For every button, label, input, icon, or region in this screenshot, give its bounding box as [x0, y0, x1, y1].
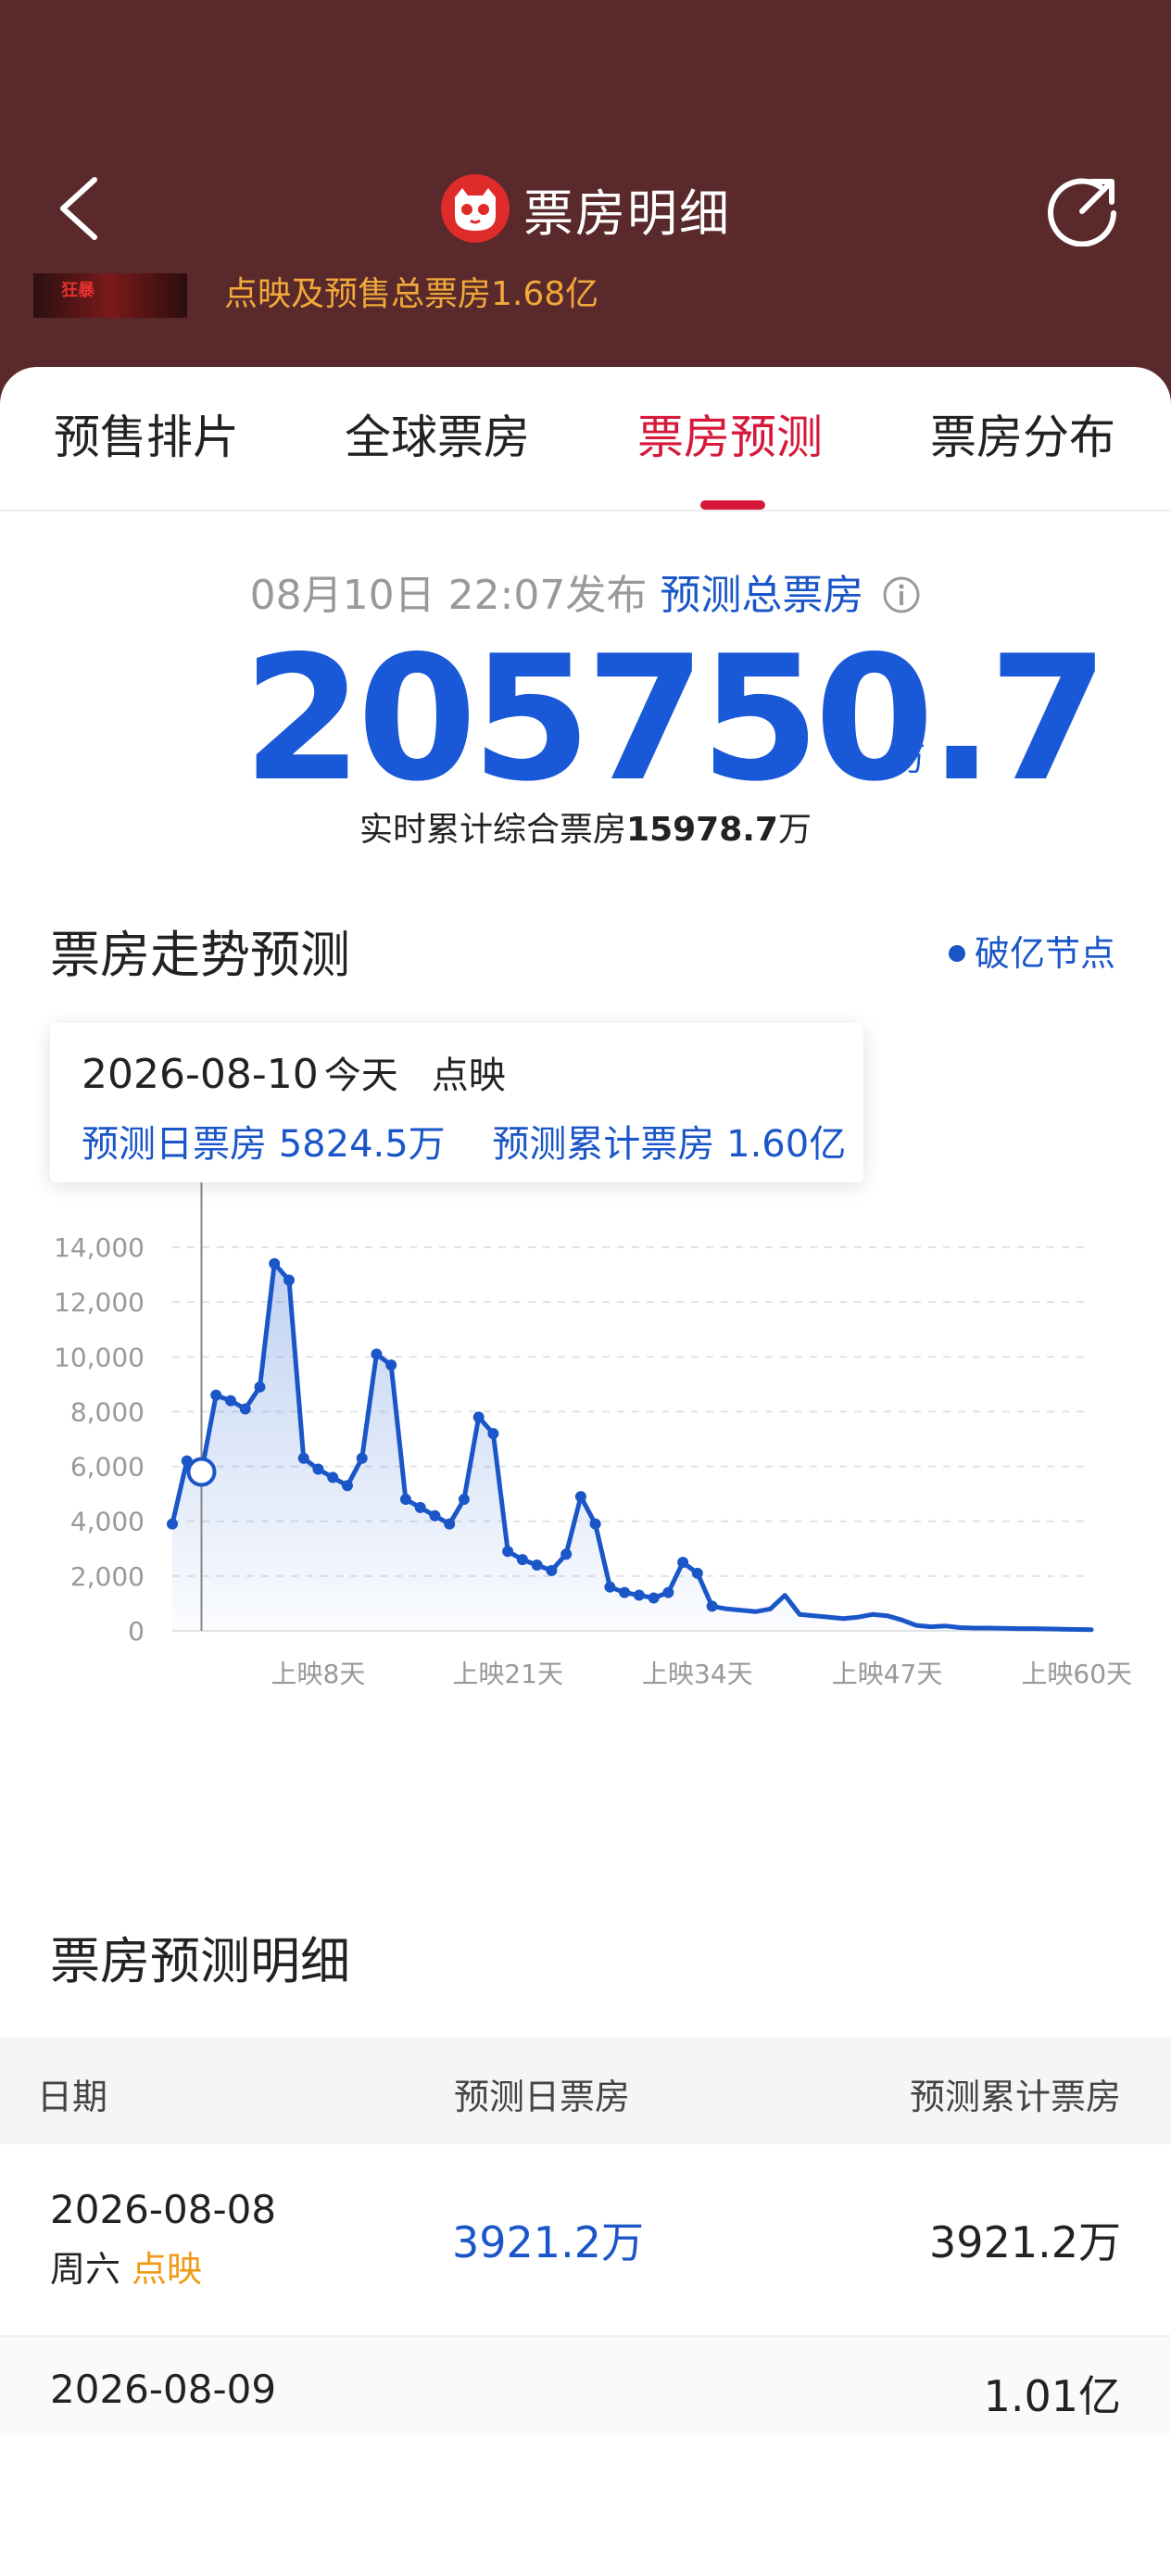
- series-point[interactable]: [414, 1501, 426, 1513]
- tooltip-daily-label: 预测日票房: [82, 1123, 267, 1166]
- header-date: 日期: [37, 2077, 108, 2117]
- x-tick-label: 上映47天: [832, 1659, 943, 1689]
- row-weekday-text: 周六: [50, 2249, 121, 2290]
- tooltip-values-row: 预测日票房 5824.5万 预测累计票房 1.60亿: [82, 1114, 846, 1168]
- x-tick-label: 上映8天: [271, 1659, 366, 1689]
- series-point[interactable]: [458, 1494, 470, 1506]
- page-title: 票房明细: [523, 183, 731, 243]
- y-tick-label: 14,000: [54, 1232, 145, 1263]
- row-cumulative-value: 3921.2万: [929, 2217, 1121, 2267]
- series-point[interactable]: [429, 1509, 441, 1522]
- series-point[interactable]: [444, 1518, 456, 1530]
- highlight-point[interactable]: [186, 1457, 217, 1487]
- series-point[interactable]: [283, 1274, 295, 1286]
- bottom-blank: [0, 2433, 1171, 2576]
- x-tick-label: 上映21天: [452, 1659, 563, 1689]
- series-point[interactable]: [385, 1359, 397, 1371]
- series-point[interactable]: [633, 1589, 645, 1601]
- share-icon[interactable]: [1047, 172, 1121, 246]
- row-daily-value: 3921.2万: [452, 2217, 644, 2267]
- y-tick-label: 2,000: [70, 1561, 145, 1592]
- series-point[interactable]: [560, 1548, 573, 1560]
- header-bar: 票房明细 狂暴 点映及预售总票房1.68亿: [0, 0, 1171, 408]
- series-point[interactable]: [531, 1559, 543, 1572]
- tooltip-date-row: 2026-08-10 今天 点映: [82, 1045, 506, 1099]
- series-point[interactable]: [691, 1567, 703, 1579]
- cat-logo-icon: [441, 174, 510, 243]
- poster-title-text: 狂暴: [61, 281, 94, 300]
- tooltip-date: 2026-08-10: [82, 1051, 319, 1098]
- series-point[interactable]: [589, 1518, 601, 1530]
- series-point[interactable]: [648, 1592, 660, 1604]
- series-point[interactable]: [619, 1586, 631, 1598]
- y-tick-label: 8,000: [70, 1396, 145, 1427]
- y-tick-label: 0: [128, 1616, 145, 1647]
- y-tick-label: 6,000: [70, 1452, 145, 1483]
- content-panel: 预售排片 全球票房 票房预测 票房分布 08月10日 22:07发布 预测总票房…: [0, 367, 1171, 2576]
- series-point[interactable]: [297, 1452, 309, 1464]
- presale-total-text: 点映及预售总票房1.68亿: [224, 275, 599, 313]
- tooltip-tag: 点映: [431, 1054, 506, 1097]
- series-point[interactable]: [210, 1389, 222, 1401]
- row-date: 2026-08-09: [50, 2367, 277, 2412]
- series-point[interactable]: [269, 1257, 281, 1269]
- row-date: 2026-08-08: [50, 2187, 277, 2232]
- table-row[interactable]: 2026-08-08 周六 点映 3921.2万 3921.2万: [0, 2144, 1171, 2335]
- series-point[interactable]: [604, 1581, 616, 1593]
- series-point[interactable]: [546, 1564, 558, 1576]
- header-daily: 预测日票房: [454, 2077, 631, 2117]
- row-weekday: 周六 点映: [50, 2241, 202, 2292]
- series-point[interactable]: [399, 1494, 411, 1506]
- header-cumulative: 预测累计票房: [909, 2077, 1121, 2117]
- series-point[interactable]: [516, 1554, 528, 1566]
- tooltip-daily-value: 5824.5万: [278, 1123, 446, 1166]
- series-point[interactable]: [371, 1348, 383, 1360]
- detail-section-title: 票房预测明细: [50, 1932, 350, 1990]
- series-point[interactable]: [167, 1518, 178, 1530]
- series-point[interactable]: [472, 1411, 485, 1423]
- title-group: 票房明细: [0, 167, 1171, 250]
- detail-table-header: 日期 预测日票房 预测累计票房: [0, 2037, 1171, 2144]
- series-point[interactable]: [356, 1452, 368, 1464]
- series-point[interactable]: [224, 1395, 236, 1407]
- series-point[interactable]: [487, 1428, 499, 1440]
- series-point[interactable]: [662, 1586, 674, 1598]
- tooltip-day: 今天: [323, 1054, 398, 1097]
- tooltip-cum-label: 预测累计票房: [492, 1123, 715, 1166]
- series-point[interactable]: [341, 1480, 353, 1492]
- tooltip-cum-value: 1.60亿: [726, 1123, 847, 1166]
- series-point[interactable]: [677, 1557, 689, 1569]
- series-point[interactable]: [574, 1491, 586, 1503]
- chart-tooltip: 2026-08-10 今天 点映 预测日票房 5824.5万 预测累计票房 1.60…: [50, 1023, 863, 1182]
- series-point[interactable]: [254, 1381, 266, 1393]
- series-point[interactable]: [706, 1600, 718, 1612]
- x-tick-label: 上映60天: [1021, 1659, 1132, 1689]
- x-tick-label: 上映34天: [642, 1659, 753, 1689]
- y-tick-label: 12,000: [54, 1287, 145, 1318]
- y-tick-label: 10,000: [54, 1342, 145, 1372]
- series-point[interactable]: [502, 1546, 514, 1558]
- y-tick-label: 4,000: [70, 1507, 145, 1537]
- row-premiere-tag: 点映: [132, 2249, 203, 2290]
- row-cumulative-value: 1.01亿: [983, 2371, 1121, 2421]
- series-point[interactable]: [327, 1471, 339, 1484]
- series-point[interactable]: [239, 1403, 251, 1415]
- movie-poster-thumbnail[interactable]: 狂暴: [33, 273, 187, 318]
- series-point[interactable]: [312, 1463, 324, 1475]
